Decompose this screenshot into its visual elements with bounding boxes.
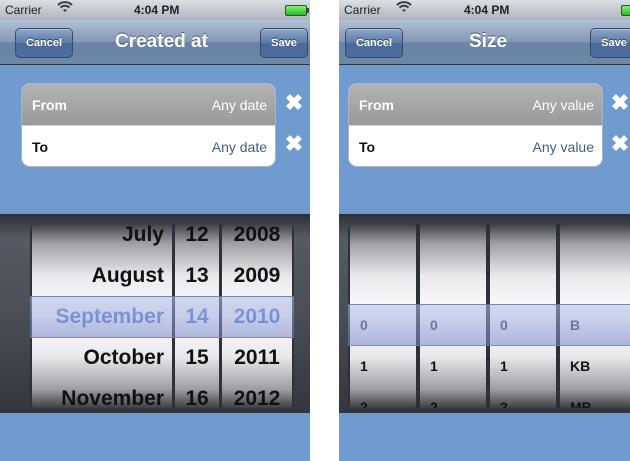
wheel-item xyxy=(560,224,630,255)
status-bar: Carrier 4:04 PM xyxy=(0,0,310,20)
wheel-item: October xyxy=(83,345,164,369)
bottom-area xyxy=(0,413,310,461)
page-title: Created at xyxy=(115,31,208,52)
wheel-item: 13 xyxy=(185,263,209,287)
wheel-item: 16 xyxy=(185,386,209,409)
from-row[interactable]: From Any date xyxy=(22,84,275,125)
bottom-area xyxy=(339,413,630,461)
size-filter-screen: Carrier 4:04 PM Cancel Size Save From An… xyxy=(339,0,630,461)
wheel-item: August xyxy=(91,263,164,287)
wheel-item: November xyxy=(61,386,164,409)
clear-to-icon[interactable]: ✖ xyxy=(610,133,630,155)
filter-content: From Any value To Any value ✖ ✖ xyxy=(339,65,630,214)
clear-from-icon[interactable]: ✖ xyxy=(284,92,304,114)
from-value: Any date xyxy=(211,96,267,113)
wheel-item: 1 xyxy=(360,357,368,374)
digit-wheel-2[interactable]: 0 1 2 xyxy=(420,224,486,408)
picker-frame: 0 1 2 0 1 2 0 1 2 B KB MB xyxy=(348,224,630,408)
date-picker: July August September October November 1… xyxy=(0,214,310,413)
to-row[interactable]: To Any value xyxy=(349,125,602,166)
wheel-item: 15 xyxy=(185,345,209,369)
navigation-bar: Cancel Size Save xyxy=(339,20,630,65)
to-row[interactable]: To Any date xyxy=(22,125,275,166)
wheel-item: 1 xyxy=(430,357,438,374)
wifi-icon xyxy=(396,0,412,17)
to-label: To xyxy=(359,138,376,155)
cancel-button[interactable]: Cancel xyxy=(15,28,73,58)
wheel-item: 2 xyxy=(500,398,508,409)
wheel-item-selected: 2010 xyxy=(233,304,281,328)
clear-from-icon[interactable]: ✖ xyxy=(610,92,630,114)
size-picker: 0 1 2 0 1 2 0 1 2 B KB MB xyxy=(339,214,630,413)
wheel-item: 2009 xyxy=(233,263,281,287)
to-value: Any value xyxy=(532,138,594,155)
to-label: To xyxy=(32,138,49,155)
wheel-item: 12 xyxy=(185,224,209,246)
wheel-item: 1 xyxy=(500,357,508,374)
year-wheel[interactable]: 2008 2009 2010 2011 2012 xyxy=(222,224,292,408)
wheel-item xyxy=(350,224,416,255)
unit-wheel[interactable]: B KB MB xyxy=(560,224,630,408)
wheel-item-selected: 14 xyxy=(185,304,209,328)
wheel-item: 2 xyxy=(430,398,438,409)
to-value: Any date xyxy=(211,138,267,155)
picker-frame: July August September October November 1… xyxy=(30,224,294,408)
range-group: From Any value To Any value xyxy=(348,83,603,167)
digit-wheel-3[interactable]: 0 1 2 xyxy=(490,224,556,408)
carrier-label: Carrier xyxy=(5,3,42,17)
month-wheel[interactable]: July August September October November xyxy=(32,224,172,408)
cancel-button[interactable]: Cancel xyxy=(345,28,403,58)
wheel-item-selected: 0 xyxy=(500,316,508,333)
wheel-item-selected: 0 xyxy=(360,316,368,333)
wheel-item: MB xyxy=(570,398,592,409)
save-button[interactable]: Save xyxy=(260,28,308,58)
wheel-item: July xyxy=(121,224,164,246)
battery-icon xyxy=(285,5,309,16)
from-label: From xyxy=(359,96,394,113)
wheel-item: 2 xyxy=(360,398,368,409)
date-filter-screen: Carrier 4:04 PM Cancel Created at Save F… xyxy=(0,0,310,461)
battery-icon xyxy=(621,5,630,16)
clear-to-icon[interactable]: ✖ xyxy=(284,133,304,155)
wheel-item-selected: September xyxy=(55,304,164,328)
wheel-item xyxy=(490,224,556,255)
wheel-item: 2012 xyxy=(233,386,281,409)
page-title: Size xyxy=(469,31,508,52)
clock-time: 4:04 PM xyxy=(134,3,180,17)
filter-content: From Any date To Any date ✖ ✖ xyxy=(0,65,310,214)
clock-time: 4:04 PM xyxy=(464,3,510,17)
navigation-bar: Cancel Created at Save xyxy=(0,20,310,65)
day-wheel[interactable]: 12 13 14 15 16 xyxy=(175,224,219,408)
wheel-item: 2011 xyxy=(234,345,280,369)
carrier-label: Carrier xyxy=(344,3,381,17)
wheel-item-selected: B xyxy=(570,316,581,333)
status-bar: Carrier 4:04 PM xyxy=(339,0,630,20)
wheel-item-selected: 0 xyxy=(430,316,438,333)
wheel-item: 2008 xyxy=(233,224,281,246)
from-label: From xyxy=(32,96,67,113)
wifi-icon xyxy=(57,0,73,17)
digit-wheel-1[interactable]: 0 1 2 xyxy=(350,224,416,408)
range-group: From Any date To Any date xyxy=(21,83,276,167)
wheel-item xyxy=(420,224,486,255)
from-value: Any value xyxy=(532,96,594,113)
wheel-item: KB xyxy=(570,357,591,374)
save-button[interactable]: Save xyxy=(590,28,630,58)
from-row[interactable]: From Any value xyxy=(349,84,602,125)
